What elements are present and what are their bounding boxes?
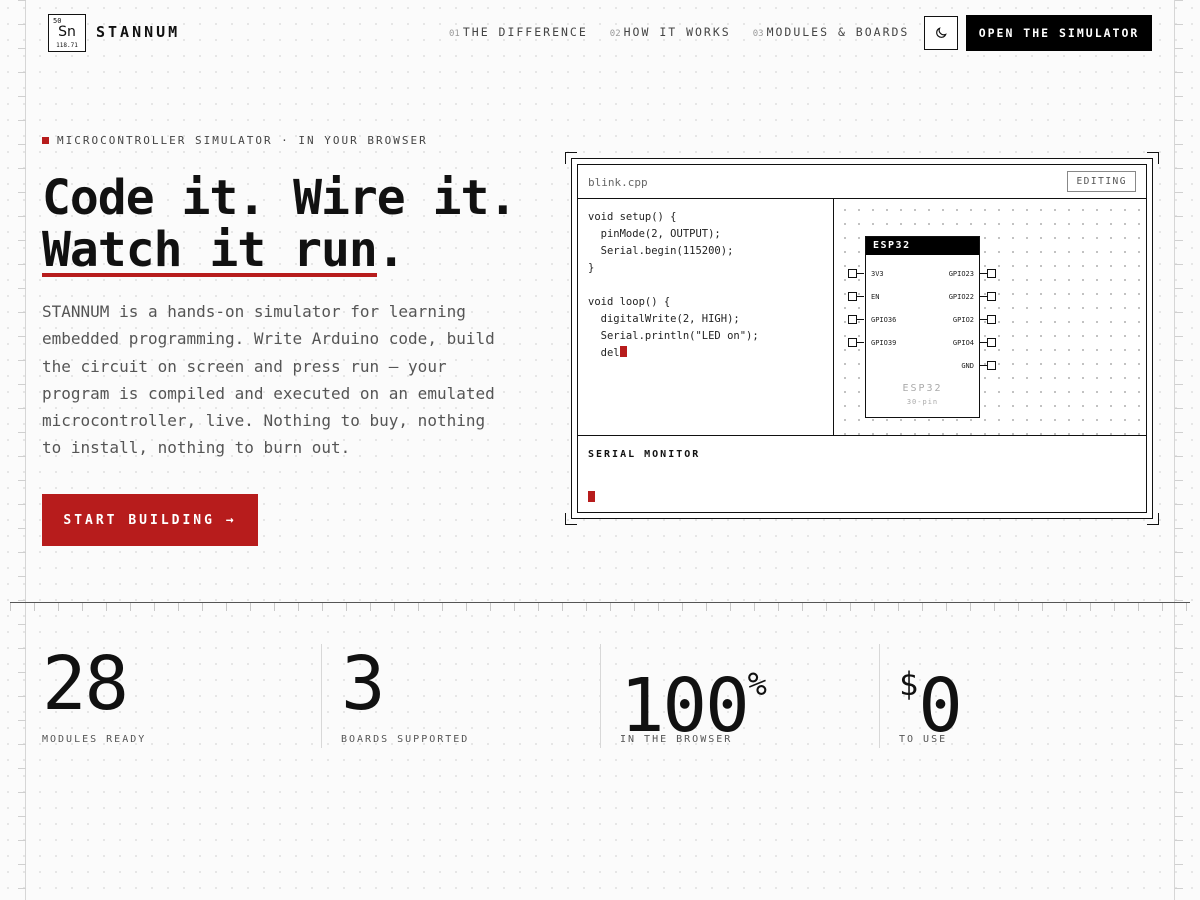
moon-icon: [936, 27, 947, 38]
start-building-button[interactable]: START BUILDING →: [42, 494, 258, 546]
pin-pad[interactable]: [848, 315, 857, 324]
nav-item-modules-boards[interactable]: 03 MODULES & BOARDS: [753, 25, 910, 39]
simulator-preview: blink.cpp EDITING void setup() { pinMode…: [577, 164, 1147, 513]
nav-index: 03: [752, 29, 764, 39]
text-cursor: [619, 346, 627, 357]
left-ruler-ticks: [18, 0, 26, 900]
stat-label: IN THE BROWSER: [620, 734, 733, 745]
pin-pad[interactable]: [987, 361, 996, 370]
circuit-canvas[interactable]: ESP32 3V3 EN GPIO36 GPIO39 GPIO23 GPIO22…: [834, 199, 1146, 435]
open-simulator-button[interactable]: OPEN THE SIMULATOR: [966, 15, 1152, 51]
stat-value: 28: [42, 641, 129, 727]
stat-suffix: %: [747, 665, 767, 703]
stat-value: 3: [341, 641, 386, 727]
code-line: pinMode(2, OUTPUT);: [588, 228, 721, 240]
pin-label: GPIO22: [948, 293, 974, 301]
nav-index: 01: [449, 29, 460, 39]
pin-label: GPIO23: [948, 270, 974, 278]
pin-pad[interactable]: [848, 338, 857, 347]
stat-modules: 28 MODULES READY: [42, 644, 321, 748]
editor-tab-bar: blink.cpp EDITING: [578, 165, 1146, 199]
stat-browser: 100% IN THE BROWSER: [600, 644, 879, 748]
code-editor[interactable]: void setup() { pinMode(2, OUTPUT); Seria…: [578, 199, 834, 435]
code-line-text: del: [588, 347, 620, 359]
pin-label: GPIO4: [952, 339, 974, 347]
stat-prefix: $: [899, 665, 919, 703]
stat-label: TO USE: [899, 734, 948, 745]
pin-pad[interactable]: [987, 269, 996, 278]
stat-value: $0: [899, 644, 963, 746]
nav-item-how-it-works[interactable]: 02 HOW IT WORKS: [610, 25, 731, 39]
stat-label: BOARDS SUPPORTED: [341, 734, 470, 745]
pin-pad[interactable]: [848, 292, 857, 301]
pin-lead: [980, 365, 987, 366]
status-badge: EDITING: [1067, 171, 1136, 192]
eyebrow-text: MICROCONTROLLER SIMULATOR · IN YOUR BROW…: [57, 134, 428, 147]
pin-lead: [857, 342, 864, 343]
logo-symbol: Sn: [58, 24, 76, 40]
pin-lead: [980, 296, 987, 297]
hero-description: STANNUM is a hands-on simulator for lear…: [42, 302, 495, 458]
main-nav: 01 THE DIFFERENCE 02 HOW IT WORKS 03 MODULE…: [449, 25, 909, 39]
code-line: ​: [588, 277, 823, 294]
headline-line-1: Code it. Wire it.: [42, 170, 517, 226]
headline-period: .: [376, 222, 406, 278]
code-line: Serial.begin(115200);: [588, 245, 734, 257]
pin-pad[interactable]: [848, 269, 857, 278]
pin-label: EN: [871, 293, 880, 301]
pin-lead: [857, 273, 864, 274]
pin-lead: [980, 273, 987, 274]
file-tab[interactable]: blink.cpp: [588, 176, 648, 189]
code-line: void setup() {: [588, 211, 677, 223]
code-line: void loop() {: [588, 296, 671, 308]
pin-label: GPIO2: [952, 316, 974, 324]
pin-label: GPIO36: [871, 316, 897, 324]
board-name: ESP32: [902, 383, 943, 394]
hero-eyebrow: MICROCONTROLLER SIMULATOR · IN YOUR BROW…: [42, 134, 428, 147]
stat-value: 100%: [620, 644, 767, 746]
serial-cursor: [588, 491, 595, 502]
pin-pad[interactable]: [987, 315, 996, 324]
board-subtitle: 30-pin: [906, 398, 939, 406]
code-line: }: [588, 262, 595, 274]
brand-name[interactable]: STANNUM: [96, 23, 180, 41]
pin-label: 3V3: [871, 270, 884, 278]
logo[interactable]: 50 Sn 118.71: [48, 14, 86, 52]
serial-monitor-title: SERIAL MONITOR: [588, 449, 701, 460]
code-line-active: del: [588, 345, 823, 362]
theme-toggle-button[interactable]: [924, 16, 958, 50]
code-line: digitalWrite(2, HIGH);: [588, 313, 740, 325]
pin-label: GPIO39: [871, 339, 897, 347]
nav-label: HOW IT WORKS: [623, 25, 731, 39]
stat-cost: $0 TO USE: [879, 644, 1158, 748]
nav-item-difference[interactable]: 01 THE DIFFERENCE: [449, 25, 588, 39]
logo-atomic-mass: 118.71: [56, 42, 78, 49]
stat-number: 3: [341, 641, 386, 727]
pin-lead: [857, 296, 864, 297]
nav-label: MODULES & BOARDS: [766, 25, 910, 39]
code-line: Serial.println("LED on");: [588, 330, 759, 342]
nav-index: 02: [609, 29, 621, 39]
stat-boards: 3 BOARDS SUPPORTED: [321, 644, 600, 748]
stat-label: MODULES READY: [42, 734, 147, 745]
stat-number: 28: [42, 641, 129, 727]
esp32-board[interactable]: ESP32 3V3 EN GPIO36 GPIO39 GPIO23 GPIO22…: [865, 236, 980, 418]
right-ruler-ticks: [1175, 0, 1183, 900]
pin-pad[interactable]: [987, 338, 996, 347]
hero-headline: Code it. Wire it. Watch it run.: [42, 170, 517, 278]
nav-label: THE DIFFERENCE: [462, 25, 588, 39]
pin-lead: [980, 342, 987, 343]
board-header: ESP32: [866, 237, 979, 255]
accent-square: [42, 137, 49, 144]
divider-ruler-ticks: [10, 603, 1190, 611]
headline-line-2: Watch it run: [42, 222, 378, 278]
pin-label: GND: [961, 362, 974, 370]
serial-monitor[interactable]: SERIAL MONITOR: [578, 435, 1146, 512]
pin-lead: [857, 319, 864, 320]
pin-pad[interactable]: [987, 292, 996, 301]
pin-lead: [980, 319, 987, 320]
